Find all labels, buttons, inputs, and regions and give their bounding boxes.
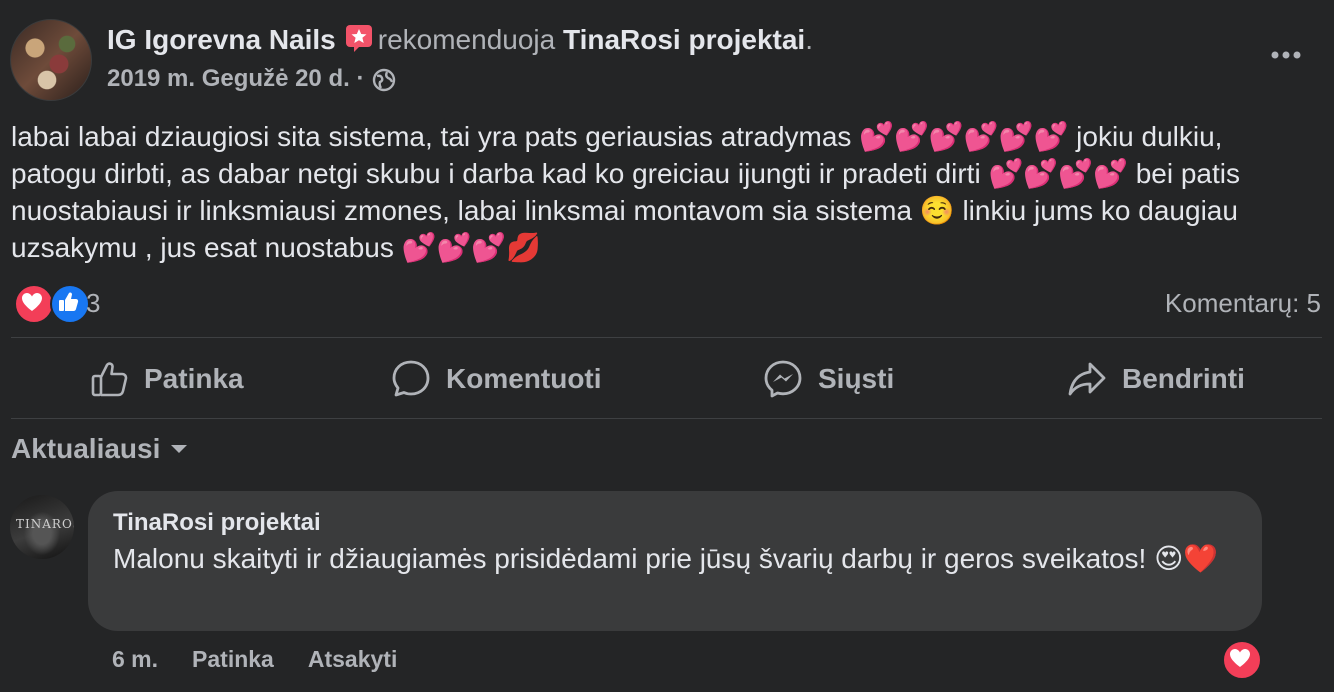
globe-icon	[373, 68, 396, 92]
post-header: IG Igorevna Nails rekomenduoja TinaRosi …	[107, 22, 813, 58]
commenter-avatar[interactable]: TINAROSI	[10, 495, 74, 559]
post-meta: 2019 m. Gegužė 20 d. ·	[107, 62, 396, 96]
share-button[interactable]: Bendrinti	[1066, 356, 1245, 402]
comment-author[interactable]: TinaRosi projektai	[113, 507, 321, 539]
comment-label: Komentuoti	[446, 363, 602, 394]
meta-separator: ·	[356, 65, 365, 92]
caret-down-icon	[171, 445, 188, 453]
comment-sort-dropdown[interactable]: Aktualiausi	[11, 431, 188, 467]
comment-reply-link[interactable]: Atsakyti	[308, 643, 397, 675]
header-period: .	[805, 24, 813, 55]
send-button[interactable]: Siųsti	[762, 356, 894, 402]
author-avatar[interactable]	[10, 19, 92, 101]
love-reaction-icon	[14, 284, 54, 324]
comment-button[interactable]: Komentuoti	[390, 356, 602, 402]
messenger-icon	[764, 360, 802, 398]
commenter-avatar-text: TINAROSI	[16, 517, 74, 531]
send-label: Siųsti	[818, 363, 895, 394]
comment-meta: 6 m. Patinka Atsakyti	[112, 643, 397, 675]
comment-bubble-icon	[392, 360, 430, 397]
thumbs-up-icon	[91, 362, 128, 397]
author-name[interactable]: IG Igorevna Nails	[107, 24, 336, 55]
share-label: Bendrinti	[1122, 363, 1245, 394]
comments-count[interactable]: Komentarų: 5	[1165, 286, 1321, 320]
recommends-text: rekomenduoja	[377, 24, 556, 55]
divider-bottom	[11, 418, 1322, 419]
reaction-count[interactable]: 3	[86, 286, 100, 320]
like-label: Patinka	[144, 363, 244, 394]
more-options-icon[interactable]	[1266, 40, 1306, 70]
post-date[interactable]: 2019 m. Gegužė 20 d.	[107, 65, 350, 92]
page-name-link[interactable]: TinaRosi projektai	[563, 24, 805, 55]
comment-like-link[interactable]: Patinka	[192, 643, 274, 675]
comment-text: Malonu skaityti ir džiaugiamės prisidėda…	[113, 543, 1219, 574]
comment-time[interactable]: 6 m.	[112, 643, 158, 675]
sort-label: Aktualiausi	[11, 433, 161, 464]
divider-top	[11, 337, 1322, 338]
post-text: labai labai dziaugiosi sita sistema, tai…	[11, 121, 1240, 263]
like-reaction-icon	[50, 284, 90, 324]
like-button[interactable]: Patinka	[90, 356, 244, 402]
recommend-star-icon	[345, 25, 372, 52]
comment-love-reaction-icon[interactable]	[1222, 640, 1262, 680]
share-arrow-icon	[1068, 362, 1106, 396]
